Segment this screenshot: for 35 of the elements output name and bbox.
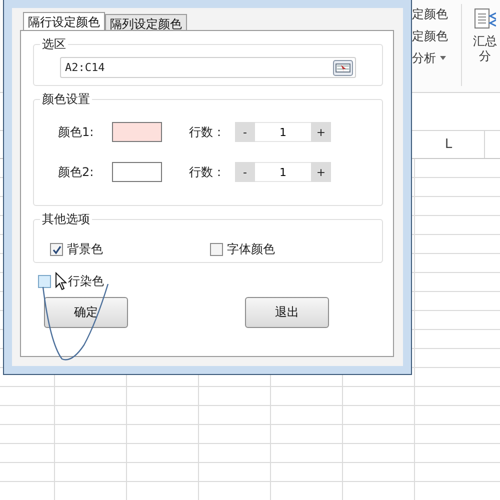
ribbon-label: 汇总 xyxy=(473,34,498,49)
checkbox[interactable] xyxy=(38,274,51,288)
increment-button[interactable]: + xyxy=(311,122,331,142)
group-title: 其他选项 xyxy=(41,211,91,228)
dialog-button[interactable]: 确定 xyxy=(44,297,128,328)
color-swatch[interactable] xyxy=(112,122,162,142)
range-select-icon[interactable] xyxy=(333,60,353,76)
checkbox-label: 背景色 xyxy=(67,241,103,258)
checkbox[interactable] xyxy=(50,243,63,256)
increment-button[interactable]: + xyxy=(311,162,331,182)
row-count-label: 行数： xyxy=(189,124,226,140)
range-field[interactable]: A2:C14 xyxy=(60,57,356,78)
ribbon-item[interactable]: 定颜色 xyxy=(412,28,448,44)
ribbon-item[interactable]: 分析 xyxy=(412,50,436,66)
checkbox-label: 字体颜色 xyxy=(227,241,275,258)
color-label: 颜色2: xyxy=(58,164,95,180)
row-count-field[interactable]: 1 xyxy=(255,162,311,182)
ribbon-label: 分 xyxy=(479,49,492,64)
group-title: 选区 xyxy=(41,36,67,53)
row-count-label: 行数： xyxy=(189,164,226,180)
tab[interactable]: 隔行设定颜色 xyxy=(23,12,105,31)
row-count-field[interactable]: 1 xyxy=(255,122,311,142)
color-swatch[interactable] xyxy=(112,162,162,182)
color-label: 颜色1: xyxy=(58,124,95,140)
ribbon-item[interactable]: 定颜色 xyxy=(412,6,448,22)
checkbox-label: 行染色 xyxy=(68,272,104,290)
decrement-button[interactable]: - xyxy=(235,122,255,142)
column-header[interactable]: L xyxy=(413,131,485,158)
group-title: 颜色设置 xyxy=(41,91,91,108)
document-icon[interactable] xyxy=(474,8,496,30)
decrement-button[interactable]: - xyxy=(235,162,255,182)
mouse-pointer-icon xyxy=(55,272,67,290)
dialog-button[interactable]: 退出 xyxy=(245,297,329,328)
tab[interactable]: 隔列设定颜色 xyxy=(105,14,187,31)
checkbox[interactable] xyxy=(210,243,223,256)
